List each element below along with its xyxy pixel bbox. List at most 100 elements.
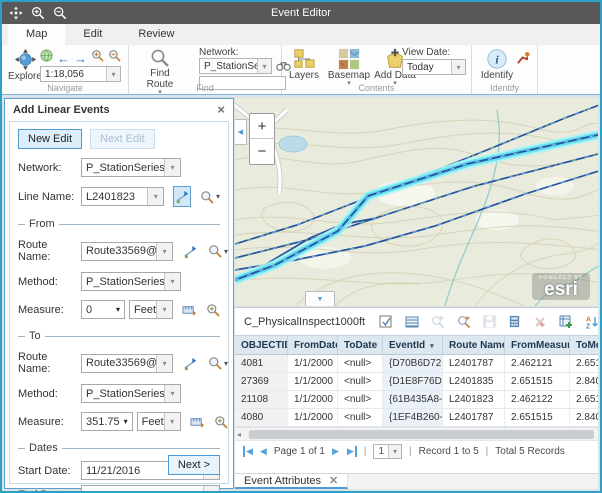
column-header[interactable]: Route Name [443,336,505,354]
save-icon[interactable] [483,315,496,328]
delete-record-icon[interactable] [533,315,547,329]
to-measure-combo[interactable]: 351.75 ▾ [81,412,133,431]
map-scale-combo[interactable]: 1:18,056 ▾ [40,66,121,82]
map-view[interactable]: + − ◀ ▼ POWERED BY esri [235,98,598,306]
to-measure-zoom-button[interactable] [214,415,228,429]
zoom-to-from-route-button[interactable]: ▾ [208,244,228,258]
to-method-combo[interactable]: P_StationSeries ▾ [81,384,181,403]
tab-edit[interactable]: Edit [65,24,120,45]
select-to-route-button[interactable] [182,353,199,374]
dropdown-arrow-icon[interactable]: ▾ [224,247,228,256]
page-number-combo[interactable]: 1 ▾ [373,444,402,459]
dropdown-arrow-icon[interactable]: ▾ [124,417,132,426]
zoom-in-icon[interactable] [31,6,45,20]
from-method-combo[interactable]: P_StationSeries ▾ [81,272,181,291]
column-header[interactable]: FromDate [288,336,338,354]
next-button[interactable]: Next > [168,455,220,475]
add-record-icon[interactable] [559,315,573,329]
dropdown-arrow-icon[interactable]: ▾ [164,159,180,176]
select-line-on-map-button[interactable] [173,186,191,207]
pan-to-selected-icon[interactable] [457,315,471,329]
identify-button[interactable]: i Identify [477,48,517,81]
first-page-button[interactable]: ◀ [243,446,253,457]
last-page-button[interactable]: ▶ [346,446,357,457]
next-extent-icon[interactable]: → [74,51,87,66]
select-from-route-button[interactable] [182,241,199,262]
ribbon-zoom-out-icon[interactable] [108,49,121,67]
dropdown-arrow-icon[interactable]: ▾ [203,486,219,493]
calculator-icon[interactable] [508,315,521,328]
zoom-to-selected-icon[interactable] [431,315,445,329]
dropdown-arrow-icon[interactable]: ▾ [156,243,172,260]
basemap-button[interactable]: Basemap ▾ [326,48,372,86]
tab-map[interactable]: Map [8,24,65,45]
identify-route-icon[interactable] [516,51,531,70]
column-header[interactable]: FromMeasure [505,336,570,354]
tab-close-icon[interactable]: ✕ [329,474,338,487]
explore-button[interactable]: Explore [8,48,42,82]
full-extent-icon[interactable] [40,49,53,67]
map-zoom-out-button[interactable]: − [250,139,274,164]
from-route-combo[interactable]: Route33569@Centi ▾ [81,242,173,261]
dropdown-arrow-icon[interactable]: ▾ [156,301,172,318]
column-header-eventid[interactable]: EventId▾ [383,336,443,354]
from-measure-zoom-button[interactable] [206,303,220,317]
next-edit-button[interactable]: Next Edit [90,129,155,149]
select-records-icon[interactable] [379,315,393,329]
dropdown-arrow-icon[interactable]: ▾ [388,445,401,458]
layers-button[interactable]: Layers [286,48,322,81]
column-header[interactable]: OBJECTID [235,336,288,354]
from-measure-combo[interactable]: 0 ▾ [81,300,125,319]
ribbon-zoom-in-icon[interactable] [91,49,104,67]
grid-header-row: OBJECTID FromDate ToDate EventId▾ Route … [235,335,598,355]
from-measure-picker-button[interactable] [182,303,197,317]
horizontal-scrollbar[interactable]: ◂ [235,427,598,440]
from-unit-combo[interactable]: Feet ▾ [129,300,173,319]
collapse-panel-left-handle[interactable]: ◀ [235,119,247,145]
dropdown-arrow-icon[interactable]: ▾ [106,67,120,81]
dropdown-arrow-icon[interactable]: ▾ [147,188,163,205]
panel-network-combo[interactable]: P_StationSeries ▾ [81,158,181,177]
column-header[interactable]: ToMea [570,336,598,354]
dropdown-arrow-icon[interactable]: ▾ [216,192,220,201]
scrollbar-thumb[interactable] [249,430,594,439]
collapse-table-handle[interactable]: ▼ [305,291,335,306]
tab-event-attributes[interactable]: Event Attributes ✕ [235,474,348,489]
table-row[interactable]: 211081/1/2000<null>{61B435A8-32L24018232… [235,391,598,409]
table-row[interactable]: 40811/1/2000<null>{D70B6D72-3L24017872.4… [235,355,598,373]
table-row[interactable]: 40801/1/2000<null>{1EF4B260-F0L24017872.… [235,409,598,427]
to-route-combo[interactable]: Route33569@Centi ▾ [81,354,173,373]
end-date-combo[interactable]: ▾ [81,485,220,493]
zoom-to-to-route-button[interactable]: ▾ [208,356,228,370]
dropdown-arrow-icon[interactable]: ▾ [164,385,180,402]
ribbon: Explore ← → 1:18,056 ▾ Navigate Find Rou… [2,45,600,95]
prev-extent-icon[interactable]: ← [57,51,70,66]
view-date-combo[interactable]: Today ▾ [402,59,466,75]
dropdown-arrow-icon[interactable]: ▾ [224,359,228,368]
prev-page-button[interactable]: ◀ [260,446,267,457]
dropdown-arrow-icon[interactable]: ▾ [164,413,180,430]
map-zoom-in-button[interactable]: + [250,114,274,139]
show-all-records-icon[interactable] [405,315,419,329]
scroll-left-icon[interactable]: ◂ [237,430,241,439]
dropdown-arrow-icon[interactable]: ▾ [257,59,271,73]
line-name-combo[interactable]: L2401823 ▾ [81,187,164,206]
new-edit-button[interactable]: New Edit [18,129,82,149]
zoom-out-icon[interactable] [53,6,67,20]
add-linear-events-panel: Add Linear Events × New Edit Next Edit N… [4,98,234,489]
pan-icon[interactable] [9,6,23,20]
next-page-button[interactable]: ▶ [332,446,339,457]
dropdown-arrow-icon[interactable]: ▾ [156,355,172,372]
column-header[interactable]: ToDate [338,336,383,354]
table-row[interactable]: 273691/1/2000<null>{D1E8F76D-FL24018352.… [235,373,598,391]
dropdown-arrow-icon[interactable]: ▾ [451,60,465,74]
to-measure-picker-button[interactable] [190,415,205,429]
to-unit-combo[interactable]: Feet ▾ [137,412,181,431]
dropdown-arrow-icon[interactable]: ▾ [116,305,124,314]
panel-close-icon[interactable]: × [217,104,225,115]
tab-review[interactable]: Review [120,24,192,45]
network-combo[interactable]: P_StationSeries ▾ [199,58,272,74]
zoom-to-line-button[interactable]: ▾ [200,190,220,204]
sort-icon[interactable]: AZ [585,315,599,329]
dropdown-arrow-icon[interactable]: ▾ [164,273,180,290]
